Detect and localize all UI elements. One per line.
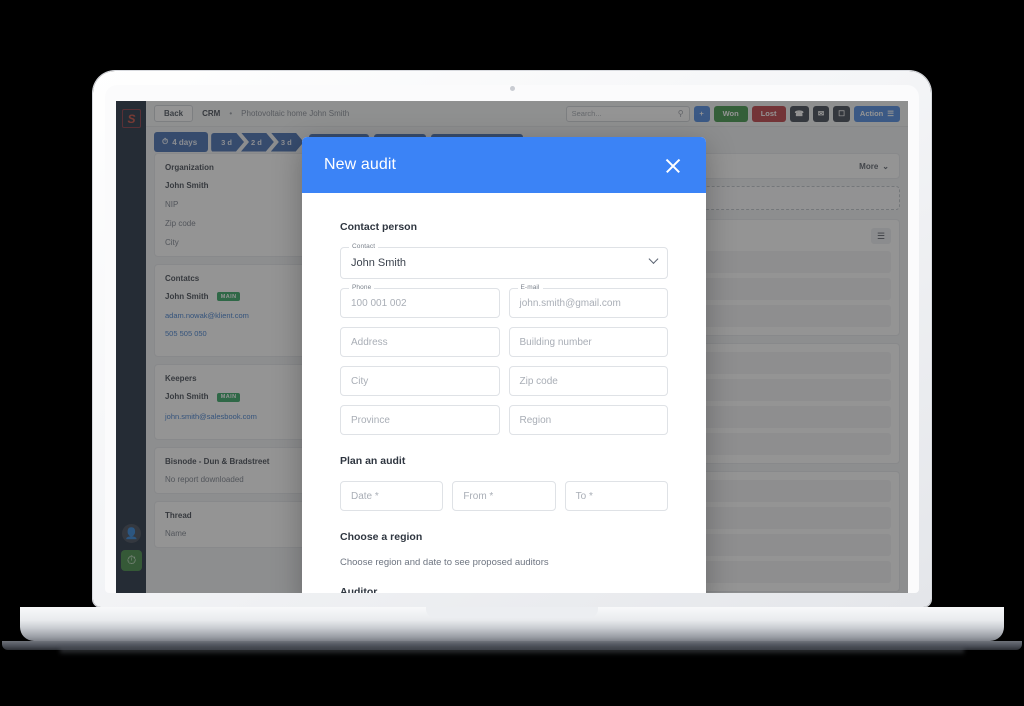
province-input[interactable]: Province: [340, 405, 500, 435]
province-placeholder: Province: [351, 414, 390, 426]
phone-input[interactable]: Phone 100 001 002: [340, 284, 500, 318]
email-placeholder: john.smith@gmail.com: [519, 297, 621, 309]
section-contact-person: Contact person: [340, 221, 418, 233]
building-number-input[interactable]: Building number: [508, 327, 668, 357]
contact-row: Contact John Smith: [340, 243, 668, 279]
email-label: E-mail: [517, 284, 543, 291]
city-input[interactable]: City: [340, 366, 500, 396]
to-input[interactable]: To *: [564, 481, 668, 511]
dialog-body: Contact person Contact John Smith Phone …: [302, 193, 706, 593]
address-row: Address Building number: [340, 327, 668, 357]
laptop-shadow: [60, 648, 964, 655]
zip-code-input[interactable]: Zip code: [508, 366, 668, 396]
region-input[interactable]: Region: [508, 405, 668, 435]
address-placeholder: Address: [351, 336, 388, 348]
zip-code-placeholder: Zip code: [519, 375, 558, 387]
building-number-placeholder: Building number: [519, 336, 592, 348]
laptop-camera: [509, 86, 515, 91]
contact-label: Contact: [349, 243, 379, 250]
email-input[interactable]: E-mail john.smith@gmail.com: [508, 284, 668, 318]
section-auditor: Auditor: [340, 586, 378, 593]
date-input[interactable]: Date *: [340, 481, 444, 511]
phone-label: Phone: [349, 284, 375, 291]
chevron-down-icon: [648, 254, 659, 264]
from-placeholder: From *: [463, 490, 494, 502]
phone-placeholder: 100 001 002: [351, 297, 407, 309]
city-zip-row: City Zip code: [340, 366, 668, 396]
plan-audit-row: Date * From * To *: [340, 481, 668, 511]
new-audit-dialog: New audit Contact person Contact John Sm…: [302, 137, 706, 593]
laptop-base-notch: [426, 607, 598, 618]
choose-region-hint: Choose region and date to see proposed a…: [340, 557, 549, 568]
screenshot-root: S 👤 ⏱ Back CRM • Photovoltaic home John …: [0, 0, 1024, 706]
city-placeholder: City: [351, 375, 369, 387]
phone-email-row: Phone 100 001 002 E-mail john.smith@gmai…: [340, 284, 668, 318]
close-icon[interactable]: [662, 154, 684, 176]
from-input[interactable]: From *: [452, 481, 556, 511]
dialog-header: New audit: [302, 137, 706, 193]
to-placeholder: To *: [575, 490, 593, 502]
region-placeholder: Region: [519, 414, 552, 426]
dialog-title: New audit: [324, 156, 397, 173]
section-choose-region: Choose a region: [340, 531, 423, 543]
province-region-row: Province Region: [340, 405, 668, 435]
date-placeholder: Date *: [351, 490, 379, 502]
contact-value: John Smith: [351, 257, 407, 269]
address-input[interactable]: Address: [340, 327, 500, 357]
laptop-screen: S 👤 ⏱ Back CRM • Photovoltaic home John …: [116, 101, 908, 593]
section-plan-audit: Plan an audit: [340, 455, 406, 467]
laptop-base: [20, 607, 1004, 641]
contact-select[interactable]: Contact John Smith: [340, 243, 668, 279]
